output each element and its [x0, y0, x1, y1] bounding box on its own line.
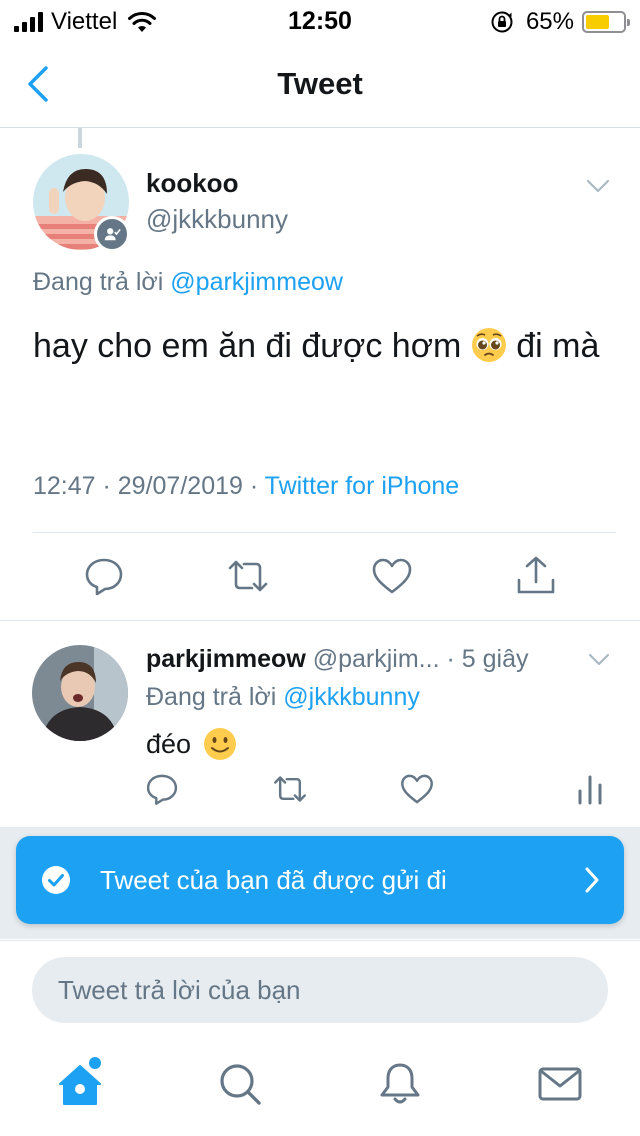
author-handle[interactable]: @parkjim... — [313, 645, 440, 673]
tweet-source-link[interactable]: Twitter for iPhone — [265, 472, 460, 500]
tweet-actions — [0, 554, 640, 604]
reply-icon[interactable] — [144, 771, 180, 807]
reply-text-main: đéo — [146, 728, 192, 759]
tweet-text: hay cho em ăn đi được hơm đi mà — [33, 316, 613, 376]
home-new-indicator — [89, 1057, 101, 1069]
tab-bar — [0, 1036, 640, 1136]
status-bar: Viettel 12:50 65% — [0, 0, 640, 40]
tweet-timestamp: 12:47 · 29/07/2019 · — [33, 472, 259, 500]
notifications-icon[interactable] — [376, 1060, 424, 1108]
battery-icon — [582, 11, 630, 33]
reply-input[interactable] — [32, 957, 608, 1023]
replying-to: Đang trả lời @jkkkbunny — [146, 683, 420, 712]
chevron-down-icon[interactable] — [586, 178, 610, 194]
mention-link[interactable]: @jkkkbunny — [283, 683, 420, 711]
replying-label: Đang trả lời — [33, 268, 164, 296]
tweet-sent-toast[interactable]: Tweet của bạn đã được gửi đi — [16, 836, 624, 924]
retweet-icon[interactable] — [226, 554, 270, 598]
avatar[interactable] — [32, 645, 128, 741]
reply-text: đéo — [146, 727, 237, 761]
tweet-meta: 12:47 · 29/07/2019 · Twitter for iPhone — [33, 472, 459, 501]
tweet-text-tail: đi mà — [516, 327, 600, 365]
chevron-down-icon[interactable] — [588, 653, 610, 667]
analytics-icon[interactable] — [572, 771, 608, 807]
avatar-photo — [32, 645, 128, 741]
thread-connector-line — [78, 128, 82, 148]
reply-actions — [0, 771, 640, 815]
messages-icon[interactable] — [536, 1060, 584, 1108]
author-name[interactable]: parkjimmeow — [146, 645, 306, 673]
search-icon[interactable] — [216, 1060, 264, 1108]
author-name[interactable]: kookoo — [146, 168, 238, 199]
retweet-icon[interactable] — [272, 771, 308, 807]
rotation-lock-icon — [491, 11, 513, 33]
tweet-text-main: hay cho em ăn đi được hơm — [33, 327, 462, 365]
replying-label: Đang trả lời — [146, 683, 277, 711]
reply-time: · 5 giây — [446, 645, 529, 673]
author-handle[interactable]: @jkkkbunny — [146, 204, 288, 235]
share-icon[interactable] — [514, 554, 558, 598]
nav-header: Tweet — [0, 40, 640, 128]
replying-to: Đang trả lời @parkjimmeow — [33, 268, 343, 297]
like-icon[interactable] — [370, 554, 414, 598]
check-circle-icon — [42, 866, 70, 894]
mention-link[interactable]: @parkjimmeow — [170, 268, 343, 296]
reply-composer — [0, 940, 640, 1036]
divider — [33, 532, 616, 533]
reply-icon[interactable] — [82, 554, 126, 598]
smiling-face-emoji-icon — [204, 728, 237, 760]
pleading-face-emoji-icon — [471, 328, 506, 362]
battery-fill — [586, 15, 610, 29]
reply-header: parkjimmeow @parkjim... · 5 giây — [146, 645, 596, 674]
reply-tweet[interactable]: parkjimmeow @parkjim... · 5 giây Đang tr… — [0, 621, 640, 826]
status-right: 65% — [490, 8, 630, 36]
battery-percent: 65% — [525, 8, 574, 35]
page-title: Tweet — [277, 66, 363, 101]
chevron-right-icon — [585, 867, 599, 893]
toast-message: Tweet của bạn đã được gửi đi — [100, 865, 447, 895]
like-icon[interactable] — [399, 771, 435, 807]
follow-badge-icon — [94, 216, 130, 252]
